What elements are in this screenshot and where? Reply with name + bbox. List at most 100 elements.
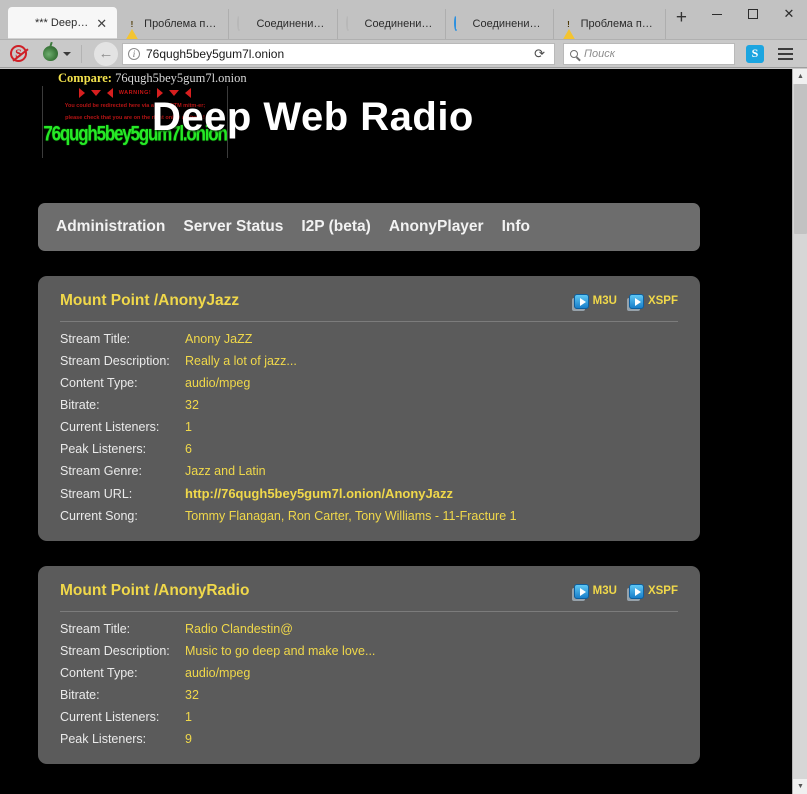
mount-point-title: Mount Point /AnonyRadio bbox=[60, 582, 249, 600]
row-label: Current Listeners: bbox=[60, 710, 185, 724]
row-label: Peak Listeners: bbox=[60, 732, 185, 746]
scrollbar-thumb[interactable] bbox=[794, 84, 807, 234]
nav-item-server-status[interactable]: Server Status bbox=[183, 218, 283, 236]
globe-icon bbox=[16, 16, 30, 30]
page-viewport: Compare: 76qugh5bey5gum7l.onion WARNING!… bbox=[0, 69, 807, 794]
row-value: 1 bbox=[185, 710, 192, 724]
xspf-label: XSPF bbox=[648, 295, 678, 307]
search-input[interactable]: Поиск bbox=[584, 48, 615, 60]
browser-tab-3[interactable]: Соединение... bbox=[229, 9, 337, 39]
browser-tab-5[interactable]: Соединение... bbox=[446, 9, 554, 39]
xspf-link[interactable]: XSPF bbox=[629, 584, 678, 599]
nav-item-info[interactable]: Info bbox=[502, 218, 530, 236]
row-value: Music to go deep and make love... bbox=[185, 644, 375, 658]
nav-item-i2p[interactable]: I2P (beta) bbox=[301, 218, 371, 236]
site-banner: Compare: 76qugh5bey5gum7l.onion WARNING!… bbox=[42, 69, 792, 169]
scroll-up-icon[interactable]: ▲ bbox=[793, 69, 807, 84]
search-icon bbox=[570, 50, 578, 58]
panel-divider bbox=[60, 321, 678, 322]
url-bar[interactable]: i 76qugh5bey5gum7l.onion ⟳ bbox=[122, 43, 555, 65]
url-input[interactable]: 76qugh5bey5gum7l.onion bbox=[146, 47, 524, 61]
chevron-down-icon bbox=[63, 52, 71, 56]
row-value: Tommy Flanagan, Ron Carter, Tony William… bbox=[185, 509, 517, 523]
warning-icon bbox=[125, 17, 139, 31]
stream-url-link[interactable]: http://76qugh5bey5gum7l.onion/AnonyJazz bbox=[185, 486, 453, 501]
reload-icon[interactable]: ⟳ bbox=[530, 46, 549, 62]
nav-item-anonyplayer[interactable]: AnonyPlayer bbox=[389, 218, 484, 236]
window-controls: ✕ bbox=[699, 0, 807, 39]
noscript-icon[interactable]: S bbox=[6, 45, 31, 62]
close-icon[interactable]: ✕ bbox=[94, 17, 109, 30]
xspf-link[interactable]: XSPF bbox=[629, 294, 678, 309]
xspf-label: XSPF bbox=[648, 585, 678, 597]
tab-label: Соединение... bbox=[365, 18, 437, 30]
row-label: Current Listeners: bbox=[60, 420, 185, 434]
stream-details-table: Stream Title: Radio Clandestin@ Stream D… bbox=[60, 618, 678, 750]
row-value: 6 bbox=[185, 442, 192, 456]
play-icon bbox=[629, 584, 644, 599]
tab-label: Проблема пр... bbox=[144, 18, 220, 30]
m3u-label: M3U bbox=[593, 585, 617, 597]
new-tab-button[interactable]: + bbox=[666, 8, 699, 31]
minimize-button[interactable] bbox=[699, 1, 735, 27]
browser-tab-1[interactable]: *** Deep ... ✕ bbox=[8, 7, 117, 39]
page-content: Compare: 76qugh5bey5gum7l.onion WARNING!… bbox=[0, 69, 792, 794]
browser-navbar: S ← i 76qugh5bey5gum7l.onion ⟳ Поиск S bbox=[0, 40, 807, 68]
back-button[interactable]: ← bbox=[94, 42, 118, 66]
row-label: Stream Description: bbox=[60, 644, 185, 658]
table-row: Current Song: Tommy Flanagan, Ron Carter… bbox=[60, 505, 678, 527]
page-scrollbar[interactable]: ▲ ▼ bbox=[792, 69, 807, 794]
browser-tab-4[interactable]: Соединение... bbox=[338, 9, 446, 39]
panel-playlist-links: M3U XSPF bbox=[574, 294, 678, 309]
table-row: Content Type: audio/mpeg bbox=[60, 662, 678, 684]
row-label: Stream Genre: bbox=[60, 464, 185, 478]
row-label: Bitrate: bbox=[60, 398, 185, 412]
search-bar[interactable]: Поиск bbox=[563, 43, 735, 65]
loading-spinner-icon bbox=[237, 17, 251, 31]
row-value: Really a lot of jazz... bbox=[185, 354, 297, 368]
warning-word: WARNING! bbox=[119, 90, 151, 96]
warning-icon bbox=[562, 17, 576, 31]
site-navigation: Administration Server Status I2P (beta) … bbox=[38, 203, 700, 251]
scroll-down-icon[interactable]: ▼ bbox=[793, 779, 807, 794]
tab-label: Соединение... bbox=[473, 18, 545, 30]
table-row: Bitrate: 32 bbox=[60, 394, 678, 416]
table-row: Peak Listeners: 9 bbox=[60, 728, 678, 750]
tor-onion-icon[interactable] bbox=[35, 46, 71, 61]
row-label: Stream URL: bbox=[60, 487, 185, 501]
stream-details-table: Stream Title: Anony JaZZ Stream Descript… bbox=[60, 328, 678, 527]
maximize-button[interactable] bbox=[735, 1, 771, 27]
row-value: 32 bbox=[185, 688, 199, 702]
row-value: 32 bbox=[185, 398, 199, 412]
panel-playlist-links: M3U XSPF bbox=[574, 584, 678, 599]
browser-tab-2[interactable]: Проблема пр... bbox=[117, 9, 229, 39]
table-row: Stream Description: Really a lot of jazz… bbox=[60, 350, 678, 372]
nav-item-administration[interactable]: Administration bbox=[56, 218, 165, 236]
table-row: Stream Genre: Jazz and Latin bbox=[60, 460, 678, 482]
skype-extension-icon[interactable]: S bbox=[746, 45, 764, 63]
tab-label: *** Deep ... bbox=[35, 17, 89, 29]
row-value: audio/mpeg bbox=[185, 376, 250, 390]
table-row: Stream Title: Anony JaZZ bbox=[60, 328, 678, 350]
m3u-link[interactable]: M3U bbox=[574, 294, 617, 309]
toolbar-divider bbox=[81, 45, 82, 63]
loading-spinner-icon bbox=[346, 17, 360, 31]
row-label: Current Song: bbox=[60, 509, 185, 523]
play-icon bbox=[629, 294, 644, 309]
panel-header: Mount Point /AnonyJazz M3U XSPF bbox=[60, 292, 678, 310]
mount-point-name: /AnonyRadio bbox=[154, 582, 250, 599]
row-label: Peak Listeners: bbox=[60, 442, 185, 456]
site-info-icon[interactable]: i bbox=[128, 48, 140, 60]
tab-label: Проблема пр... bbox=[581, 18, 657, 30]
mount-point-panel: Mount Point /AnonyJazz M3U XSPF bbox=[38, 276, 700, 541]
table-row: Peak Listeners: 6 bbox=[60, 438, 678, 460]
mount-point-name: /AnonyJazz bbox=[154, 292, 239, 309]
row-value: 1 bbox=[185, 420, 192, 434]
mount-point-prefix: Mount Point bbox=[60, 292, 150, 309]
menu-icon[interactable] bbox=[778, 48, 793, 60]
browser-tab-6[interactable]: Проблема пр... bbox=[554, 9, 666, 39]
table-row: Stream Description: Music to go deep and… bbox=[60, 640, 678, 662]
close-window-button[interactable]: ✕ bbox=[771, 1, 807, 27]
browser-titlebar: *** Deep ... ✕ Проблема пр... Соединение… bbox=[0, 0, 807, 40]
m3u-link[interactable]: M3U bbox=[574, 584, 617, 599]
